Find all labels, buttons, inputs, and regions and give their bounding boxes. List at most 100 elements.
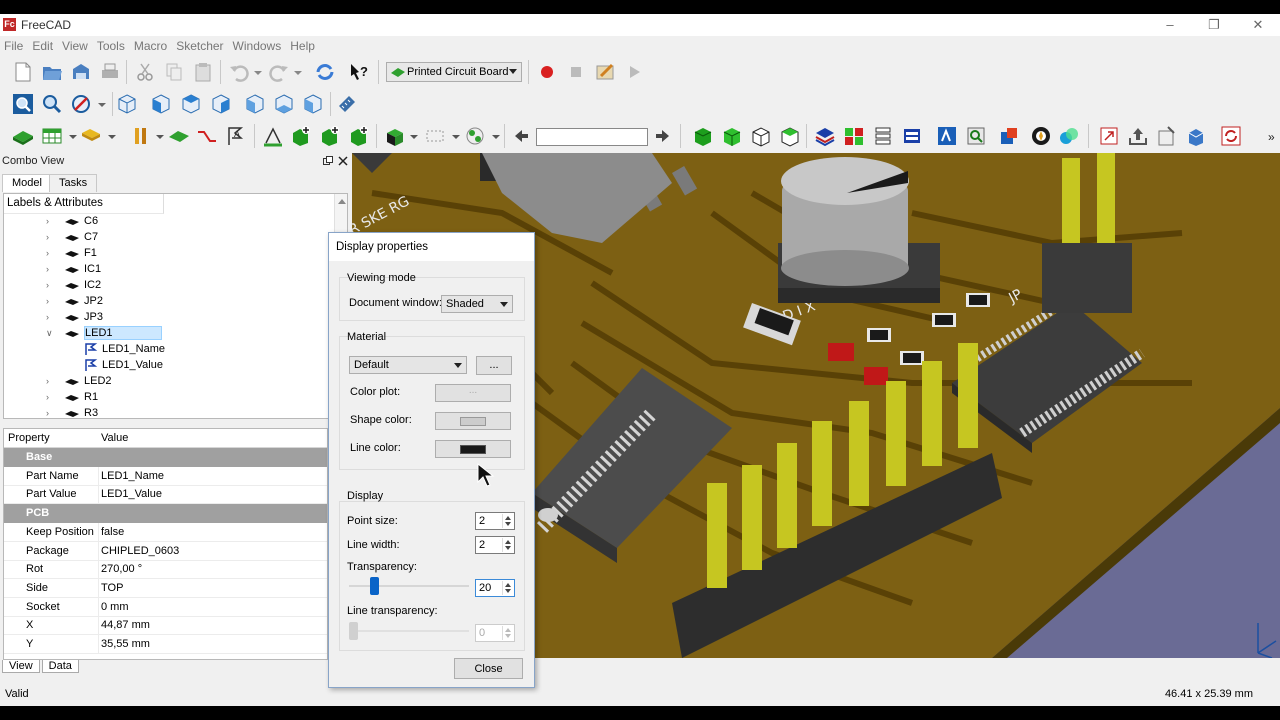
property-value[interactable]: 270,00 ° (101, 563, 142, 575)
chevron-right-icon[interactable]: › (46, 312, 56, 322)
pins-icon[interactable] (130, 125, 152, 147)
menu-sketcher[interactable]: Sketcher (172, 36, 228, 53)
spin-arrows-icon[interactable] (502, 538, 513, 552)
part-color-icon[interactable] (384, 125, 406, 147)
add-part-icon[interactable] (290, 125, 312, 147)
tab-view[interactable]: View (2, 660, 40, 673)
bottom-view-icon[interactable] (273, 93, 295, 115)
export-box-icon[interactable] (1098, 125, 1120, 147)
record-macro-icon[interactable] (536, 61, 558, 83)
layer-stack-icon[interactable] (814, 125, 836, 147)
menu-tools[interactable]: Tools (93, 36, 130, 53)
open-folder-icon[interactable] (41, 61, 63, 83)
half-box-icon[interactable] (779, 125, 801, 147)
property-value[interactable]: LED1_Value (101, 488, 162, 500)
spin-arrows-icon[interactable] (502, 514, 513, 528)
draw-style-dropdown-icon[interactable] (92, 93, 114, 115)
rear-view-icon[interactable] (244, 93, 266, 115)
undo-icon[interactable] (228, 61, 250, 83)
toolbar-overflow-icon[interactable]: » (1268, 130, 1275, 144)
property-row[interactable]: Side TOP (4, 578, 327, 598)
chevron-right-icon[interactable]: › (46, 232, 56, 242)
add-component-icon[interactable] (348, 125, 370, 147)
copy-icon[interactable] (163, 61, 185, 83)
line-transparency-slider[interactable] (349, 622, 469, 640)
new-document-icon[interactable] (12, 61, 34, 83)
refresh-pcb-icon[interactable] (1220, 125, 1242, 147)
undo-dropdown-icon[interactable] (248, 61, 270, 83)
run-macro-icon[interactable] (623, 61, 645, 83)
tree-item[interactable]: › F1 (4, 246, 334, 262)
paste-icon[interactable] (192, 61, 214, 83)
print-icon[interactable] (99, 61, 121, 83)
line-transparency-spinbox[interactable]: 0 (475, 624, 515, 642)
search-doc-icon[interactable] (965, 125, 987, 147)
property-value[interactable]: false (101, 526, 124, 538)
tab-tasks[interactable]: Tasks (49, 174, 98, 192)
isometric-view-icon[interactable] (116, 93, 138, 115)
draw-style-icon[interactable] (70, 93, 92, 115)
menu-windows[interactable]: Windows (229, 36, 287, 53)
table-icon[interactable] (41, 125, 63, 147)
assembly-icon[interactable] (262, 125, 284, 147)
property-row[interactable]: Package CHIPLED_0603 (4, 541, 327, 561)
path-icon[interactable] (196, 125, 218, 147)
right-view-icon[interactable] (210, 93, 232, 115)
property-group[interactable]: Base (4, 448, 327, 467)
float-panel-icon[interactable] (323, 156, 333, 166)
top-view-icon[interactable] (180, 93, 202, 115)
whats-this-icon[interactable]: ? (348, 61, 370, 83)
tree-item[interactable]: › C7 (4, 230, 334, 246)
property-value[interactable]: 0 mm (101, 601, 129, 613)
property-row[interactable]: Socket 0 mm (4, 597, 327, 617)
property-row[interactable]: Part Value LED1_Value (4, 485, 327, 505)
property-group[interactable]: PCB (4, 504, 327, 524)
restore-button[interactable]: ❐ (1192, 14, 1236, 36)
stack-list-icon[interactable] (872, 125, 894, 147)
edit-macro-icon[interactable] (594, 61, 616, 83)
import-icon[interactable] (1156, 125, 1178, 147)
upload-icon[interactable] (1127, 125, 1149, 147)
selection-box-icon[interactable] (424, 125, 446, 147)
transparency-spinbox[interactable]: 20 (475, 579, 515, 597)
document-window-select[interactable]: Shaded (441, 295, 513, 313)
tree-item[interactable]: › LED2 (4, 374, 334, 390)
color-plot-button[interactable]: ... (435, 384, 511, 402)
solid-box2-icon[interactable] (721, 125, 743, 147)
cube-multicolor-icon[interactable] (998, 125, 1020, 147)
property-row[interactable]: Y 35,55 mm (4, 635, 327, 654)
line-width-spinbox[interactable]: 2 (475, 536, 515, 554)
left-view-icon[interactable] (302, 93, 324, 115)
tree-item[interactable]: › R3 (4, 406, 334, 418)
property-row[interactable]: Part Name LED1_Name (4, 466, 327, 486)
stop-macro-icon[interactable] (565, 61, 587, 83)
spreadsheet-icon[interactable] (936, 125, 958, 147)
line-transparency-slider-handle[interactable] (349, 622, 358, 640)
explode-icon[interactable] (464, 125, 486, 147)
pcb-board-icon[interactable] (12, 125, 34, 147)
chevron-right-icon[interactable]: › (46, 392, 56, 402)
layer-manager-icon[interactable] (901, 125, 923, 147)
menu-edit[interactable]: Edit (28, 36, 58, 53)
export-3d-icon[interactable] (1185, 125, 1207, 147)
menu-view[interactable]: View (58, 36, 93, 53)
material-select[interactable]: Default (349, 356, 467, 374)
part-color-dropdown-icon[interactable] (404, 125, 426, 147)
tree-item[interactable]: › C6 (4, 214, 334, 230)
redo-icon[interactable] (268, 61, 290, 83)
spin-arrows-icon[interactable] (502, 581, 513, 595)
chevron-right-icon[interactable]: › (46, 408, 56, 418)
tab-data[interactable]: Data (41, 660, 79, 673)
refresh-icon[interactable] (314, 61, 336, 83)
spin-arrows-icon[interactable] (502, 626, 513, 640)
tree-item[interactable]: ∨ LED1 (4, 326, 334, 342)
menu-file[interactable]: File (0, 36, 28, 53)
cut-icon[interactable] (134, 61, 156, 83)
layers-dropdown-icon[interactable] (102, 125, 124, 147)
wireframe-box-icon[interactable] (750, 125, 772, 147)
chevron-right-icon[interactable]: › (46, 280, 56, 290)
property-row[interactable]: Keep Position false (4, 522, 327, 542)
property-value[interactable]: TOP (101, 582, 123, 594)
chevron-down-icon[interactable]: ∨ (46, 328, 56, 339)
fit-all-icon[interactable] (12, 93, 34, 115)
